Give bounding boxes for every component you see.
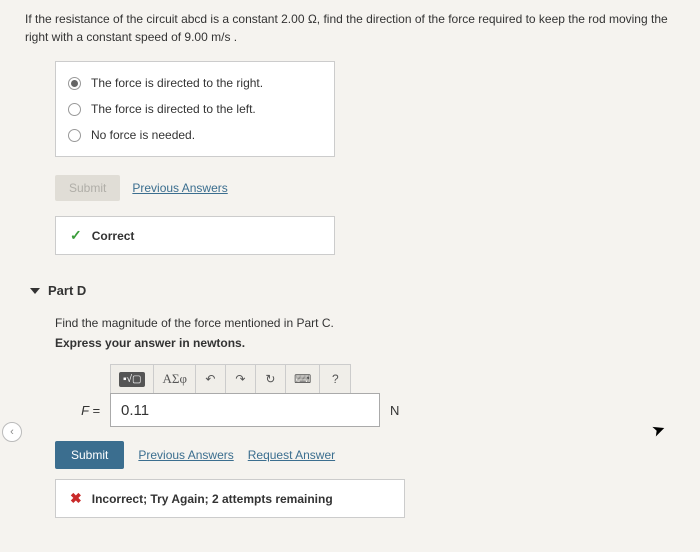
- option-none[interactable]: No force is needed.: [56, 122, 334, 148]
- submit-button[interactable]: Submit: [55, 441, 124, 469]
- question-prompt: If the resistance of the circuit abcd is…: [25, 10, 685, 46]
- undo-tool[interactable]: ↶: [196, 365, 226, 393]
- feedback-text: Correct: [92, 229, 135, 243]
- check-icon: ✓: [70, 227, 82, 244]
- greek-tool[interactable]: ΑΣφ: [154, 365, 195, 393]
- instruction: Find the magnitude of the force mentione…: [55, 316, 685, 330]
- reset-tool[interactable]: ↻: [256, 365, 286, 393]
- feedback-correct: ✓ Correct: [55, 216, 335, 255]
- variable-label: F =: [55, 403, 100, 418]
- option-label: The force is directed to the left.: [91, 102, 256, 116]
- help-tool[interactable]: ?: [320, 365, 350, 393]
- options-group: The force is directed to the right. The …: [55, 61, 335, 157]
- x-icon: ✖: [70, 490, 82, 507]
- incorrect-text: Incorrect; Try Again; 2 attempts remaini…: [92, 492, 333, 506]
- sub-instruction: Express your answer in newtons.: [55, 336, 685, 350]
- redo-tool[interactable]: ↷: [226, 365, 256, 393]
- option-left[interactable]: The force is directed to the left.: [56, 96, 334, 122]
- radio-icon: [68, 77, 81, 90]
- equation-toolbar: ▪√▢ ΑΣφ ↶ ↷ ↻ ⌨ ?: [110, 364, 351, 394]
- answer-input[interactable]: [110, 393, 380, 427]
- part-title: Part D: [48, 283, 86, 298]
- prev-nav-button[interactable]: ‹: [2, 422, 22, 442]
- option-label: No force is needed.: [91, 128, 195, 142]
- keyboard-tool[interactable]: ⌨: [286, 365, 320, 393]
- template-tool[interactable]: ▪√▢: [111, 365, 154, 393]
- feedback-incorrect: ✖ Incorrect; Try Again; 2 attempts remai…: [55, 479, 405, 518]
- unit-label: N: [390, 403, 399, 418]
- chevron-down-icon: [30, 288, 40, 294]
- submit-button-disabled: Submit: [55, 175, 120, 201]
- previous-answers-link[interactable]: Previous Answers: [138, 448, 233, 462]
- request-answer-link[interactable]: Request Answer: [248, 448, 335, 462]
- previous-answers-link[interactable]: Previous Answers: [132, 181, 227, 195]
- option-label: The force is directed to the right.: [91, 76, 263, 90]
- option-right[interactable]: The force is directed to the right.: [56, 70, 334, 96]
- radio-icon: [68, 129, 81, 142]
- part-d-header[interactable]: Part D: [25, 283, 685, 298]
- radio-icon: [68, 103, 81, 116]
